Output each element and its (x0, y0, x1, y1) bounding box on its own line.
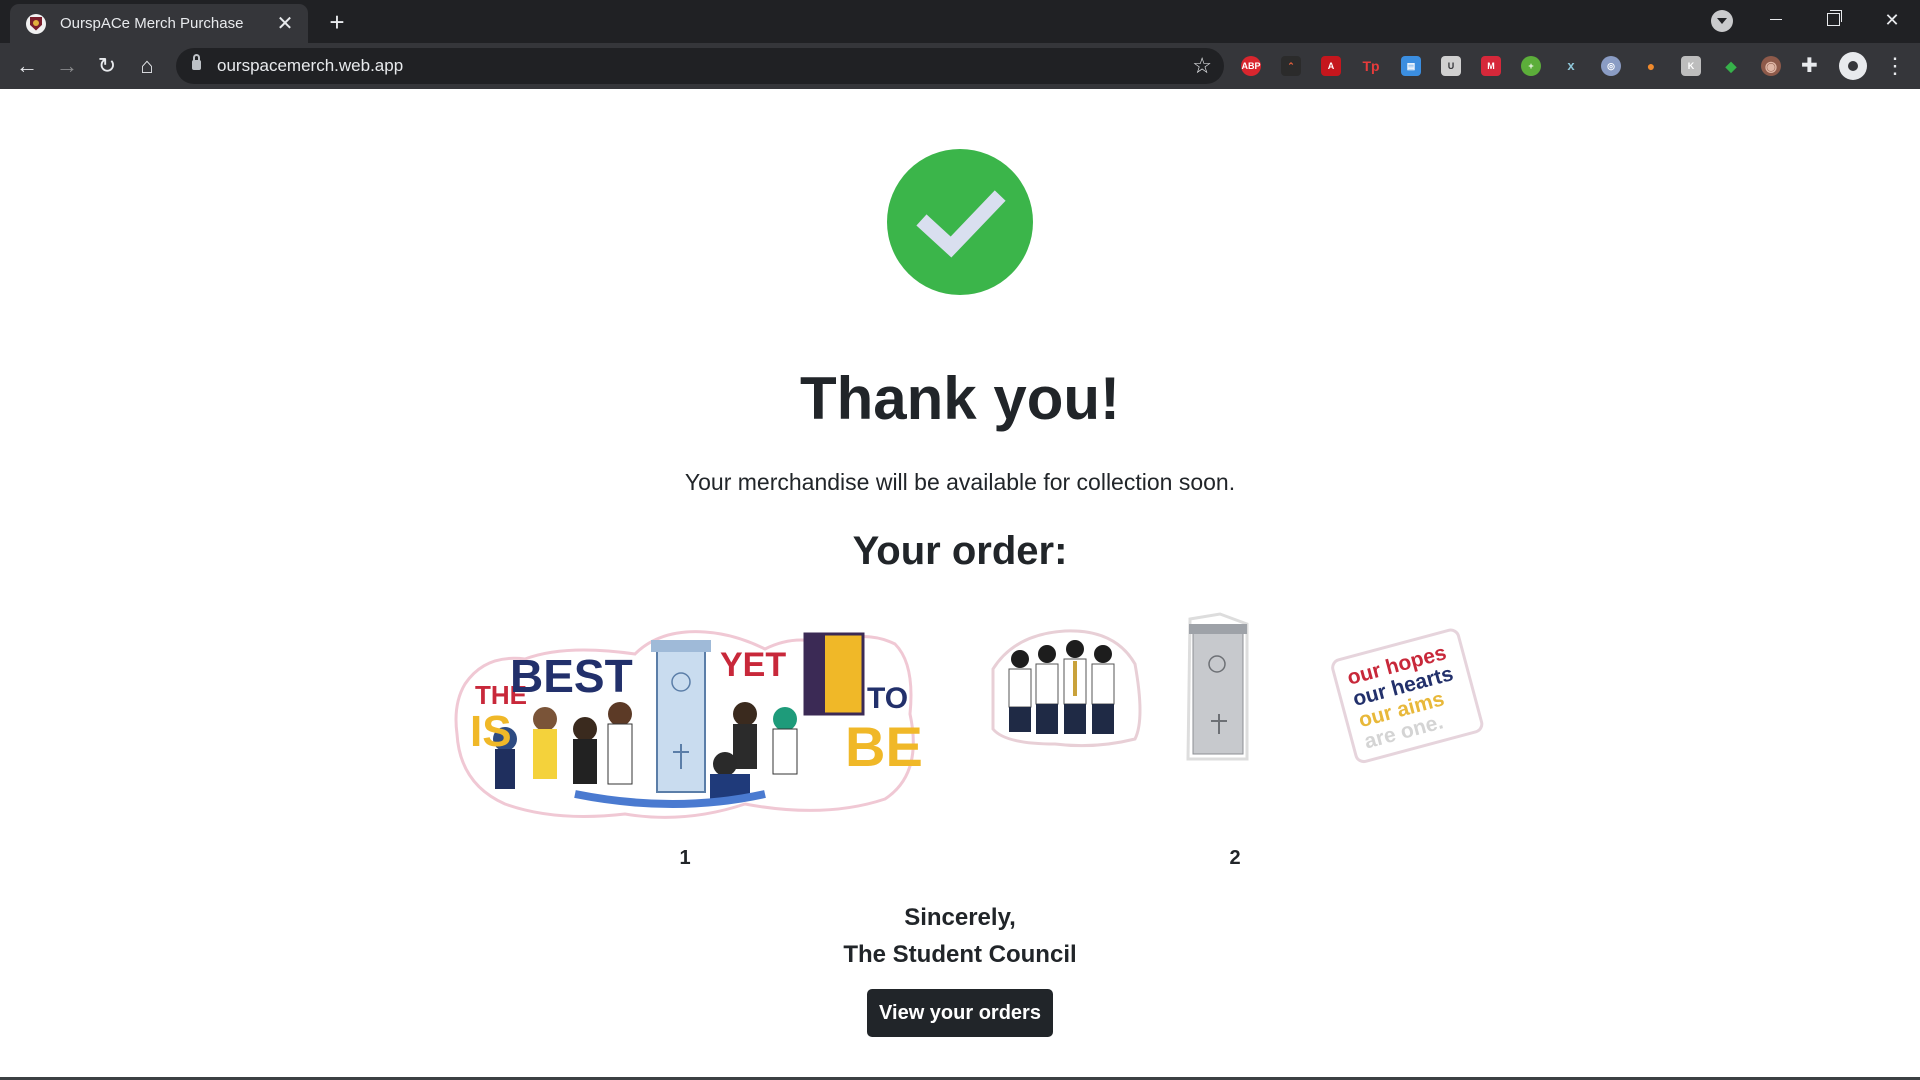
home-icon[interactable]: ⌂ (130, 49, 164, 83)
window-minimize-button[interactable] (1748, 0, 1804, 40)
browser-toolbar: ← → ↻ ⌂ ourspacemerch.web.app ☆ ABP ⌃ A … (0, 43, 1920, 89)
extension-icon-eye[interactable]: ◆ (1721, 56, 1741, 76)
collection-message: Your merchandise will be available for c… (684, 469, 1236, 495)
extension-icon-drop[interactable]: ● (1641, 56, 1661, 76)
lock-icon[interactable] (192, 54, 201, 70)
signoff-line-1: Sincerely, (904, 904, 1016, 931)
sticker-text-best: BEST (510, 650, 633, 702)
url-text[interactable]: ourspacemerch.web.app (217, 48, 403, 84)
profile-avatar[interactable] (1839, 52, 1867, 80)
browser-titlebar: OurspACe Merch Purchase ✕ + ✕ (0, 0, 1920, 43)
back-icon[interactable]: ← (10, 49, 44, 83)
bookmark-star-icon[interactable]: ☆ (1192, 52, 1212, 80)
new-tab-button[interactable]: + (322, 8, 352, 36)
reload-icon[interactable]: ↻ (90, 49, 124, 83)
browser-tab[interactable]: OurspACe Merch Purchase ✕ (10, 4, 308, 43)
shield-extension-icon[interactable]: U (1441, 56, 1461, 76)
tab-title: OurspACe Merch Purchase (60, 15, 244, 32)
our-hopes-sticker: our hopes our hearts our aims are one. (1331, 628, 1484, 764)
address-bar[interactable]: ourspacemerch.web.app ☆ (176, 48, 1224, 84)
clock-tower-sticker (1186, 612, 1249, 761)
extension-icon-glasses[interactable]: ◎ (1601, 56, 1621, 76)
window-close-button[interactable]: ✕ (1864, 0, 1920, 40)
extension-icon-plus[interactable]: + (1521, 56, 1541, 76)
window-maximize-button[interactable] (1804, 0, 1860, 40)
signoff-line-2: The Student Council (843, 941, 1077, 968)
order-heading: Your order: (852, 529, 1068, 573)
browser-menu-icon[interactable]: ⋮ (1884, 52, 1906, 80)
school-crest-icon (26, 13, 46, 34)
extension-icon-m[interactable]: M (1481, 56, 1501, 76)
order-item-sticker-pack: our hopes our hearts our aims are one. (985, 609, 1495, 824)
tab-close-icon[interactable]: ✕ (274, 13, 296, 35)
adblock-extension-icon[interactable]: ABP (1241, 56, 1261, 76)
extension-icon-window[interactable]: ▤ (1401, 56, 1421, 76)
best-is-yet-to-be-sticker-image: THE IS BEST YET TO BE (454, 630, 923, 819)
extension-icon-k[interactable]: K (1681, 56, 1701, 76)
tab-search-icon[interactable] (1711, 10, 1733, 32)
success-check-icon (887, 149, 1033, 295)
page-content: Thank you! Your merchandise will be avai… (0, 89, 1920, 1080)
extension-icon-avatar[interactable]: ◉ (1761, 56, 1781, 76)
forward-icon[interactable]: → (50, 49, 84, 83)
view-orders-button[interactable]: View your orders (867, 989, 1053, 1037)
sticker-text-to: TO (867, 682, 908, 715)
tp-extension-icon[interactable]: Tp (1361, 56, 1381, 76)
acrobat-extension-icon[interactable]: A (1321, 56, 1341, 76)
signoff: Sincerely, The Student Council (0, 899, 1920, 973)
sticker-pack-image: our hopes our hearts our aims are one. (991, 612, 1484, 764)
sticker-text-is: IS (470, 707, 512, 756)
sticker-text-yet: YET (720, 646, 786, 684)
extensions-puzzle-icon[interactable]: ✚ (1801, 55, 1818, 77)
extension-icon-arrows[interactable]: ⌃ (1281, 56, 1301, 76)
extension-icon-x[interactable]: x (1561, 56, 1581, 76)
page-title: Thank you! (799, 365, 1120, 432)
order-item-best-is-yet-to-be: THE IS BEST YET TO BE (445, 624, 925, 824)
order-item-1-quantity: 1 (679, 847, 691, 869)
sticker-text-be: BE (845, 715, 923, 778)
order-item-2-quantity: 2 (1229, 847, 1241, 869)
